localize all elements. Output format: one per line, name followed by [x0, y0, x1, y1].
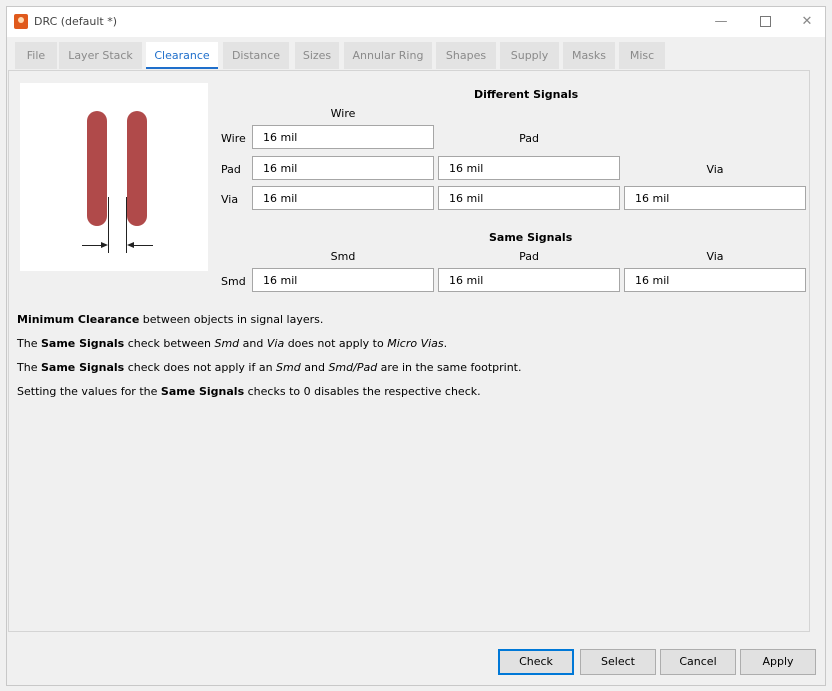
apply-button[interactable]: Apply — [740, 649, 816, 675]
tab-distance[interactable]: Distance — [223, 42, 289, 69]
minimize-button[interactable]: — — [699, 11, 743, 33]
title-bar: DRC (default *) — ✕ — [7, 7, 825, 37]
note-segment: Smd — [276, 361, 301, 374]
note-segment: Smd — [214, 337, 240, 350]
smd-via-clearance-field[interactable] — [624, 268, 806, 292]
note-segment: checks to 0 disables the respective chec… — [244, 385, 481, 398]
column-label-via: Via — [706, 163, 724, 176]
via-via-clearance-field[interactable] — [624, 186, 806, 210]
tab-clearance[interactable]: Clearance — [146, 42, 218, 69]
cancel-button[interactable]: Cancel — [660, 649, 736, 675]
tab-supply[interactable]: Supply — [500, 42, 559, 69]
note-line: The Same Signals check between Smd and V… — [17, 337, 447, 350]
note-line: Minimum Clearance between objects in sig… — [17, 313, 323, 326]
row-label-pad: Pad — [221, 163, 241, 176]
column-label-wire: Wire — [330, 107, 356, 120]
note-segment: Same Signals — [40, 337, 125, 350]
wire-pad-right — [127, 111, 147, 226]
row-label-via: Via — [221, 193, 239, 206]
note-segment: Same Signals — [160, 385, 245, 398]
column-label-smd: Smd — [330, 250, 356, 263]
note-segment: Via — [266, 337, 285, 350]
tab-masks[interactable]: Masks — [563, 42, 615, 69]
note-segment: . — [443, 337, 448, 350]
row-label-smd: Smd — [221, 275, 246, 288]
note-segment: and — [239, 337, 267, 350]
app-icon — [14, 14, 28, 29]
via-pad-clearance-field[interactable] — [438, 186, 620, 210]
note-segment: Same Signals — [40, 361, 125, 374]
note-segment: The — [17, 361, 41, 374]
tab-sizes[interactable]: Sizes — [295, 42, 339, 69]
column-label-same-via: Via — [706, 250, 724, 263]
close-button[interactable]: ✕ — [785, 11, 829, 33]
wire-wire-clearance-field[interactable] — [252, 125, 434, 149]
note-segment: are in the same footprint. — [377, 361, 522, 374]
note-segment: Setting the values for the — [17, 385, 161, 398]
clearance-illustration — [20, 83, 208, 271]
note-segment: The — [17, 337, 41, 350]
note-line: The Same Signals check does not apply if… — [17, 361, 521, 374]
arrow-right-icon — [101, 242, 108, 248]
via-wire-clearance-field[interactable] — [252, 186, 434, 210]
maximize-button[interactable] — [743, 11, 787, 33]
same-signals-heading: Same Signals — [489, 231, 573, 244]
tab-misc[interactable]: Misc — [619, 42, 665, 69]
tab-layer-stack[interactable]: Layer Stack — [59, 42, 142, 69]
note-segment: check does not apply if an — [124, 361, 277, 374]
dimension-arrow-shaft-left — [82, 245, 101, 246]
different-signals-heading: Different Signals — [474, 88, 579, 101]
note-segment: does not apply to — [284, 337, 388, 350]
pad-pad-clearance-field[interactable] — [438, 156, 620, 180]
wire-pad-left — [87, 111, 107, 226]
maximize-icon — [759, 16, 771, 27]
note-segment: between objects in signal layers. — [139, 313, 324, 326]
column-label-pad: Pad — [519, 132, 539, 145]
smd-pad-clearance-field[interactable] — [438, 268, 620, 292]
clearance-panel: Different Signals Wire Pad Via Wire Pad … — [8, 70, 810, 632]
tab-file[interactable]: File — [15, 42, 57, 69]
row-label-wire: Wire — [221, 132, 246, 145]
note-segment: Micro Vias — [387, 337, 444, 350]
arrow-left-icon — [127, 242, 134, 248]
tab-annular-ring[interactable]: Annular Ring — [344, 42, 432, 69]
column-label-same-pad: Pad — [519, 250, 539, 263]
pad-wire-clearance-field[interactable] — [252, 156, 434, 180]
select-button[interactable]: Select — [580, 649, 656, 675]
note-line: Setting the values for the Same Signals … — [17, 385, 481, 398]
note-segment: Smd/Pad — [328, 361, 378, 374]
note-segment: and — [300, 361, 329, 374]
dimension-arrow-shaft-right — [134, 245, 153, 246]
check-button[interactable]: Check — [498, 649, 574, 675]
note-segment: Minimum Clearance — [17, 313, 140, 326]
smd-smd-clearance-field[interactable] — [252, 268, 434, 292]
dimension-line-left — [108, 197, 109, 253]
window-title: DRC (default *) — [34, 15, 118, 28]
note-segment: check between — [124, 337, 215, 350]
tab-shapes[interactable]: Shapes — [436, 42, 496, 69]
